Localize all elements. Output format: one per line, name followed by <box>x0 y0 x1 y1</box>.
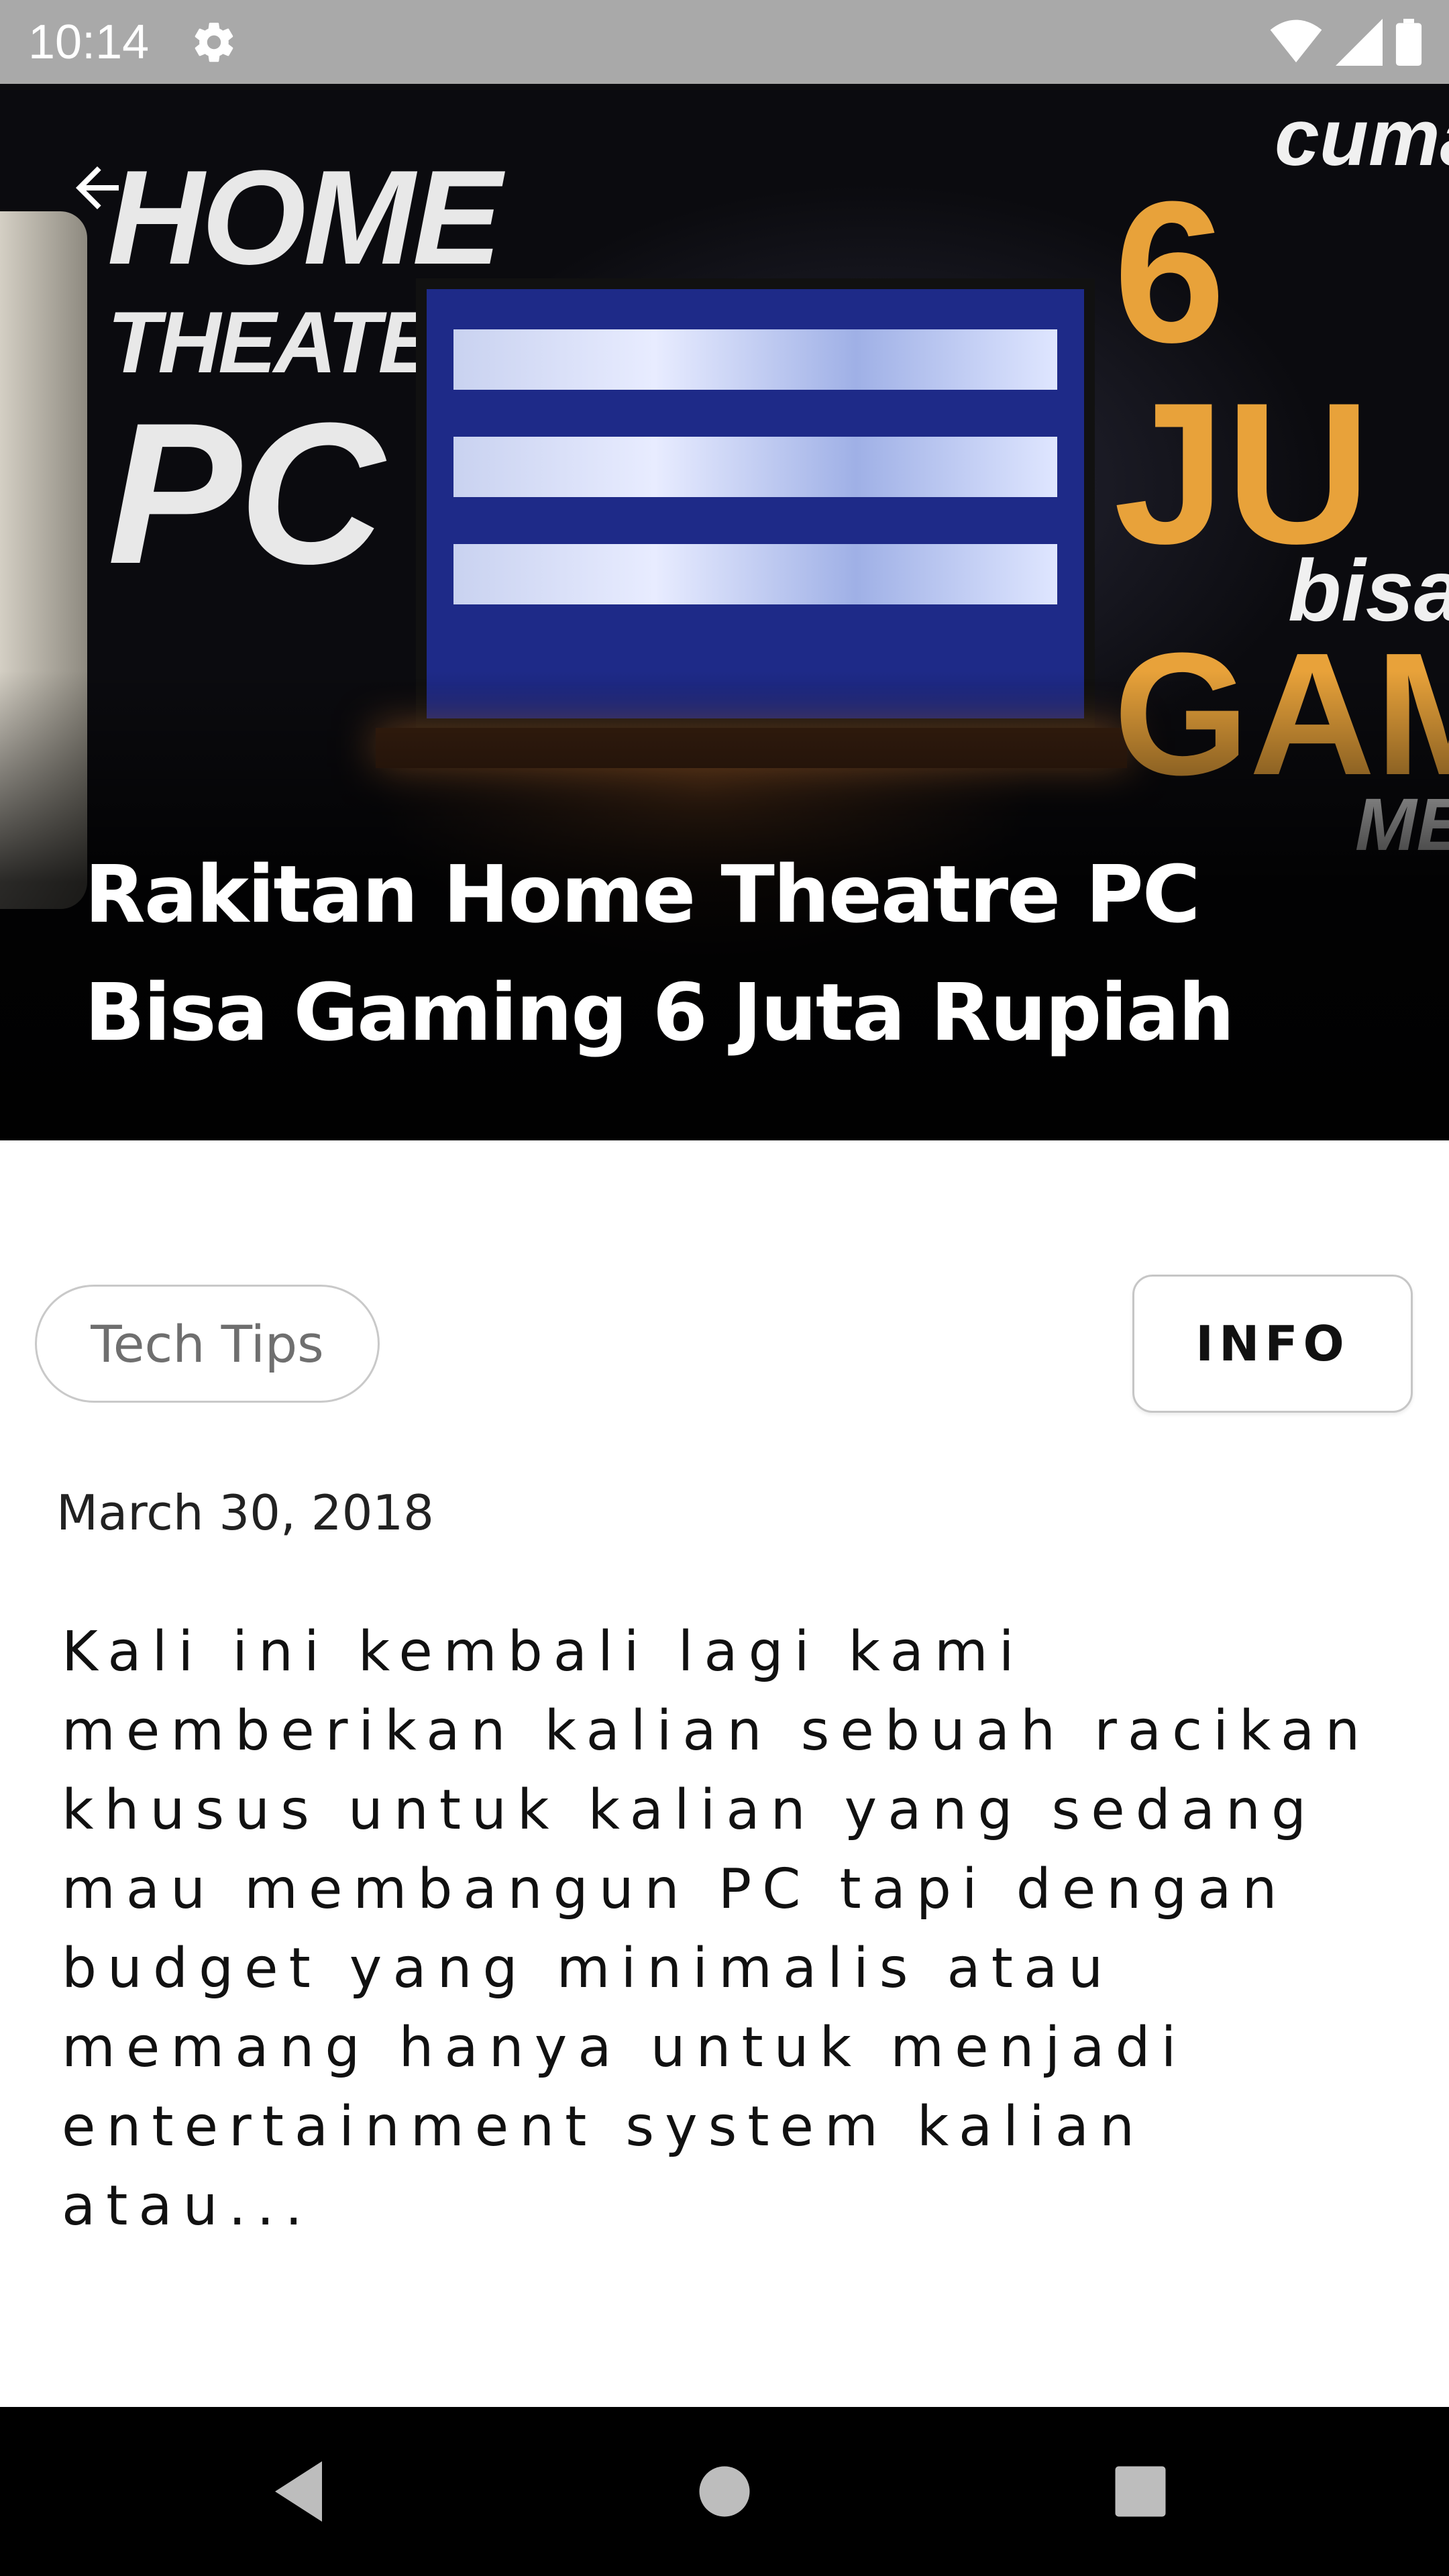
category-chip[interactable]: Tech Tips <box>35 1285 380 1403</box>
monitor-band <box>453 437 1057 497</box>
article-title: Rakitan Home Theatre PC Bisa Gaming 6 Ju… <box>85 848 1234 1059</box>
post-excerpt: Kali ini kembali lagi kami memberikan ka… <box>62 1620 1371 2238</box>
post-date: March 30, 2018 <box>56 1485 434 1541</box>
wifi-icon <box>1270 19 1322 62</box>
hero-art-line: PC <box>107 380 384 606</box>
battery-icon <box>1395 19 1422 66</box>
monitor-band <box>453 329 1057 390</box>
signal-icon <box>1335 19 1383 66</box>
hero-art-line: HOME <box>107 143 502 292</box>
back-button[interactable] <box>60 151 134 225</box>
back-triangle-icon[interactable] <box>268 2458 335 2525</box>
hero-art-line: 6 JU <box>1114 159 1371 586</box>
arrow-left-icon <box>76 166 119 209</box>
monitor-band <box>453 544 1057 604</box>
system-nav-bar <box>0 2407 1449 2576</box>
hero-monitor <box>416 278 1095 729</box>
status-icons <box>1260 19 1422 66</box>
recents-square-icon[interactable] <box>1107 2458 1174 2525</box>
settings-gear-icon <box>195 22 233 62</box>
hero-art-text-left: HOME THEATER PC <box>107 143 502 606</box>
info-button[interactable]: INFO <box>1132 1275 1413 1413</box>
hero-image: HOME THEATER PC cuma 6 JU bisa GAMI ME R… <box>0 84 1449 1140</box>
status-bar: 10:14 <box>0 0 1449 84</box>
home-circle-icon[interactable] <box>691 2458 758 2525</box>
hero-art-line: THEATER <box>107 293 496 391</box>
status-time: 10:14 <box>28 15 150 69</box>
